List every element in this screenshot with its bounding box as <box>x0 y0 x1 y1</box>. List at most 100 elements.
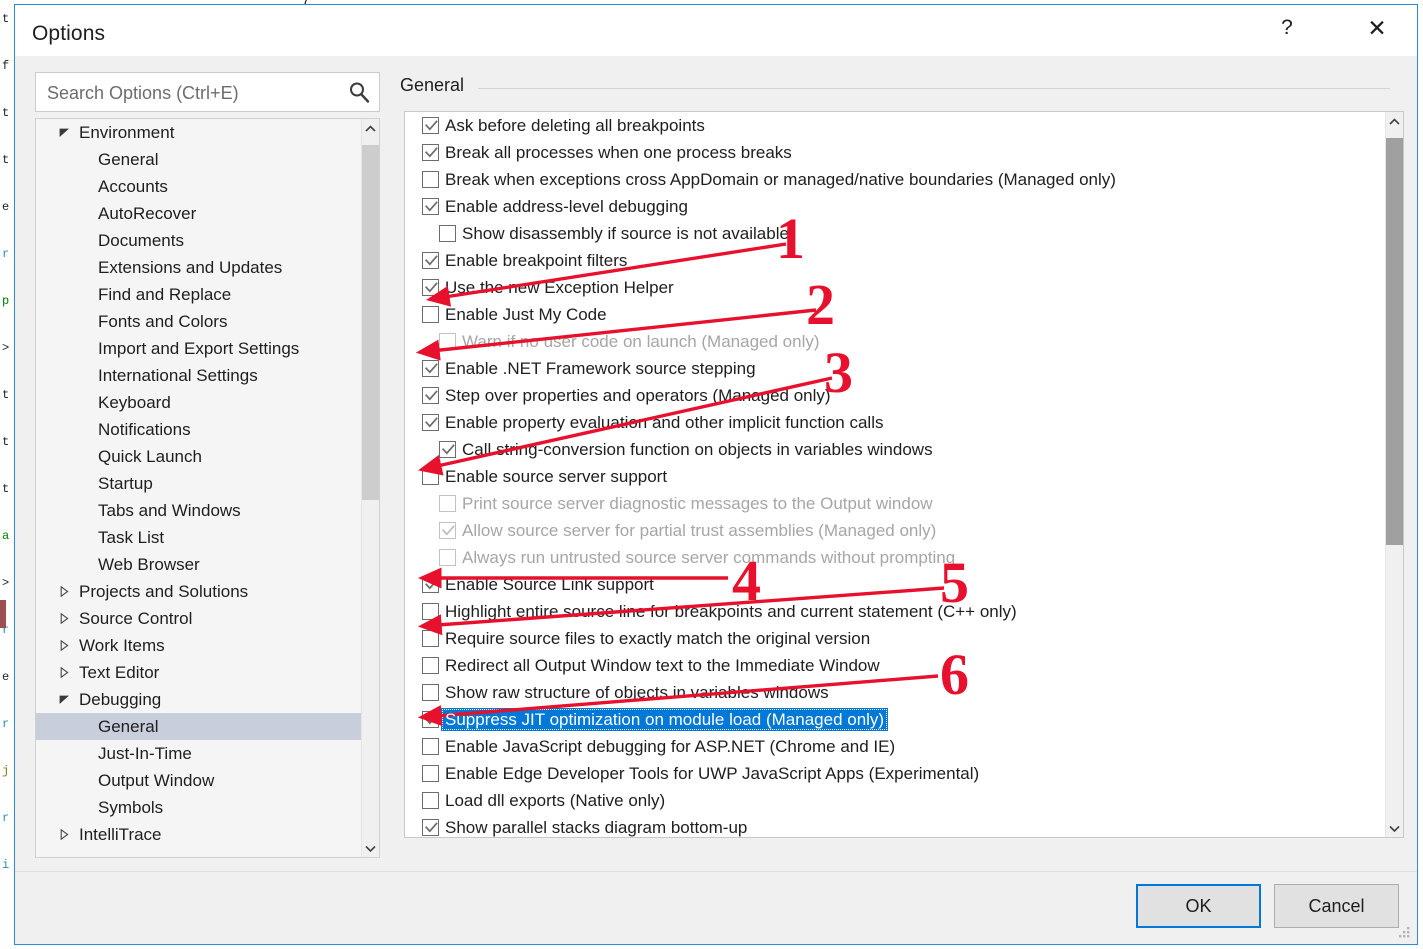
option-row[interactable]: Enable property evaluation and other imp… <box>405 409 1403 436</box>
sidebar-item-output-window[interactable]: Output Window <box>36 767 379 794</box>
option-checkbox[interactable] <box>422 657 439 674</box>
option-row[interactable]: Print source server diagnostic messages … <box>405 490 1403 517</box>
chevron-right-icon[interactable] <box>60 667 69 678</box>
option-checkbox[interactable] <box>422 414 439 431</box>
option-checkbox[interactable] <box>422 171 439 188</box>
option-row[interactable]: Break all processes when one process bre… <box>405 139 1403 166</box>
option-row[interactable]: Show disassembly if source is not availa… <box>405 220 1403 247</box>
option-row[interactable]: Enable Edge Developer Tools for UWP Java… <box>405 760 1403 787</box>
option-checkbox[interactable] <box>422 738 439 755</box>
sidebar-item-general[interactable]: General <box>36 713 379 740</box>
sidebar-item-extensions-and-updates[interactable]: Extensions and Updates <box>36 254 379 281</box>
option-row[interactable]: Always run untrusted source server comma… <box>405 544 1403 571</box>
sidebar-item-intellitrace[interactable]: IntelliTrace <box>36 821 379 848</box>
ok-button[interactable]: OK <box>1136 884 1261 928</box>
option-checkbox[interactable] <box>422 279 439 296</box>
options-checkbox-list[interactable]: Ask before deleting all breakpoints Break… <box>404 111 1404 838</box>
options-category-tree[interactable]: Environment General Accounts AutoRecover Doc… <box>35 118 380 858</box>
sidebar-item-international-settings[interactable]: International Settings <box>36 362 379 389</box>
option-checkbox[interactable] <box>422 684 439 701</box>
sidebar-item-tabs-and-windows[interactable]: Tabs and Windows <box>36 497 379 524</box>
sidebar-item-web-browser[interactable]: Web Browser <box>36 551 379 578</box>
option-checkbox[interactable] <box>439 441 456 458</box>
option-checkbox[interactable] <box>439 549 456 566</box>
option-checkbox[interactable] <box>422 360 439 377</box>
option-checkbox[interactable] <box>439 522 456 539</box>
option-row[interactable]: Enable address-level debugging <box>405 193 1403 220</box>
sidebar-item-source-control[interactable]: Source Control <box>36 605 379 632</box>
option-row[interactable]: Enable .NET Framework source stepping <box>405 355 1403 382</box>
option-checkbox[interactable] <box>422 630 439 647</box>
option-checkbox[interactable] <box>422 819 439 836</box>
chevron-right-icon[interactable] <box>60 829 69 840</box>
option-checkbox[interactable] <box>422 387 439 404</box>
tree-scrollbar[interactable] <box>361 119 379 857</box>
options-scroll-down-icon[interactable] <box>1386 819 1403 837</box>
option-checkbox[interactable] <box>422 603 439 620</box>
option-row[interactable]: Highlight entire source line for breakpo… <box>405 598 1403 625</box>
sidebar-item-projects-and-solutions[interactable]: Projects and Solutions <box>36 578 379 605</box>
option-checkbox[interactable] <box>422 711 439 728</box>
sidebar-item-startup[interactable]: Startup <box>36 470 379 497</box>
option-checkbox[interactable] <box>422 468 439 485</box>
sidebar-item-general[interactable]: General <box>36 146 379 173</box>
search-box[interactable] <box>35 72 380 113</box>
option-row[interactable]: Require source files to exactly match th… <box>405 625 1403 652</box>
sidebar-item-import-and-export-settings[interactable]: Import and Export Settings <box>36 335 379 362</box>
tree-scroll-down-icon[interactable] <box>362 839 379 857</box>
option-checkbox[interactable] <box>422 198 439 215</box>
chevron-right-icon[interactable] <box>60 613 69 624</box>
option-checkbox[interactable] <box>439 225 456 242</box>
search-icon[interactable] <box>347 80 371 104</box>
sidebar-item-fonts-and-colors[interactable]: Fonts and Colors <box>36 308 379 335</box>
options-list-scrollbar[interactable] <box>1385 112 1403 837</box>
option-checkbox[interactable] <box>422 765 439 782</box>
sidebar-item-debugging[interactable]: Debugging <box>36 686 379 713</box>
resize-grip[interactable] <box>1397 925 1411 939</box>
option-row[interactable]: Show raw structure of objects in variabl… <box>405 679 1403 706</box>
option-checkbox[interactable] <box>422 144 439 161</box>
sidebar-item-work-items[interactable]: Work Items <box>36 632 379 659</box>
option-checkbox[interactable] <box>439 495 456 512</box>
sidebar-item-symbols[interactable]: Symbols <box>36 794 379 821</box>
tree-scroll-up-icon[interactable] <box>362 119 379 137</box>
option-checkbox[interactable] <box>422 252 439 269</box>
cancel-button[interactable]: Cancel <box>1274 884 1399 928</box>
sidebar-item-quick-launch[interactable]: Quick Launch <box>36 443 379 470</box>
option-checkbox[interactable] <box>422 792 439 809</box>
option-row[interactable]: Enable JavaScript debugging for ASP.NET … <box>405 733 1403 760</box>
option-row[interactable]: Enable Source Link support <box>405 571 1403 598</box>
sidebar-item-autorecover[interactable]: AutoRecover <box>36 200 379 227</box>
option-row[interactable]: Step over properties and operators (Mana… <box>405 382 1403 409</box>
option-row[interactable]: Suppress JIT optimization on module load… <box>405 706 1403 733</box>
option-row[interactable]: Enable source server support <box>405 463 1403 490</box>
tree-scrollbar-thumb[interactable] <box>362 145 379 500</box>
option-row[interactable]: Break when exceptions cross AppDomain or… <box>405 166 1403 193</box>
chevron-down-icon[interactable] <box>59 695 70 704</box>
sidebar-item-documents[interactable]: Documents <box>36 227 379 254</box>
option-row[interactable]: Use the new Exception Helper <box>405 274 1403 301</box>
chevron-down-icon[interactable] <box>59 128 70 137</box>
option-row[interactable]: Ask before deleting all breakpoints <box>405 112 1403 139</box>
sidebar-item-text-editor[interactable]: Text Editor <box>36 659 379 686</box>
sidebar-item-find-and-replace[interactable]: Find and Replace <box>36 281 379 308</box>
option-row[interactable]: Show parallel stacks diagram bottom-up <box>405 814 1403 837</box>
option-row[interactable]: Load dll exports (Native only) <box>405 787 1403 814</box>
help-icon[interactable]: ? <box>1264 5 1310 51</box>
sidebar-item-keyboard[interactable]: Keyboard <box>36 389 379 416</box>
option-checkbox[interactable] <box>422 306 439 323</box>
option-checkbox[interactable] <box>439 333 456 350</box>
close-icon[interactable]: ✕ <box>1354 5 1400 51</box>
option-checkbox[interactable] <box>422 117 439 134</box>
option-row[interactable]: Enable Just My Code <box>405 301 1403 328</box>
option-checkbox[interactable] <box>422 576 439 593</box>
option-row[interactable]: Redirect all Output Window text to the I… <box>405 652 1403 679</box>
search-input[interactable] <box>45 73 339 113</box>
option-row[interactable]: Enable breakpoint filters <box>405 247 1403 274</box>
sidebar-item-task-list[interactable]: Task List <box>36 524 379 551</box>
option-row[interactable]: Call string-conversion function on objec… <box>405 436 1403 463</box>
option-row[interactable]: Warn if no user code on launch (Managed … <box>405 328 1403 355</box>
sidebar-item-accounts[interactable]: Accounts <box>36 173 379 200</box>
chevron-right-icon[interactable] <box>60 586 69 597</box>
sidebar-item-just-in-time[interactable]: Just-In-Time <box>36 740 379 767</box>
